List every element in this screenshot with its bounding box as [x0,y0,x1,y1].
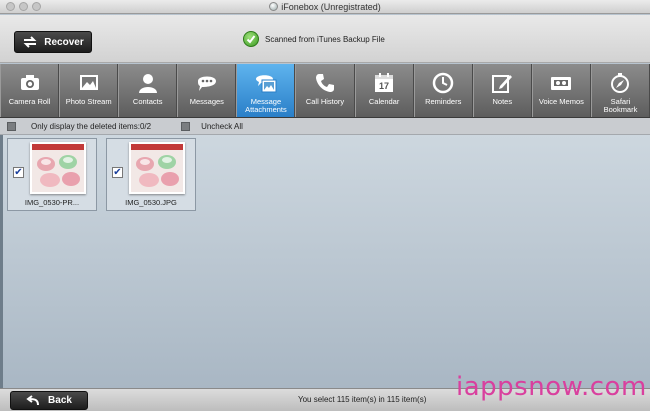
category-tabbar: Camera Roll Photo Stream Contacts Messag… [0,64,650,118]
attachment-item[interactable]: ✔ IMG_0530-PR... [7,138,97,211]
success-check-icon [243,31,259,47]
tab-label: Messages [189,97,224,106]
scan-status-text: Scanned from iTunes Backup File [265,34,385,44]
compass-icon [611,73,630,93]
uncheck-all-toggle[interactable]: Uncheck All [181,121,243,131]
tab-safari-bookmark[interactable]: Safari Bookmark [590,64,650,117]
window-title: iFonebox (Unregistrated) [281,1,381,12]
calendar-icon: 17 [375,73,394,92]
tab-label: Safari Bookmark [603,97,638,114]
filter-bar: Only display the deleted items:0/2 Unche… [0,118,650,135]
scan-status: Scanned from iTunes Backup File [243,31,385,47]
attachment-item[interactable]: ✔ IMG_0530.JPG [106,138,196,211]
item-checkbox[interactable]: ✔ [112,167,123,178]
tab-message-attachments[interactable]: Message Attachments [236,64,296,117]
tab-label: Reminders [425,97,462,106]
calendar-day-number: 17 [379,81,389,91]
attachment-icon [255,75,277,93]
close-window-button[interactable] [6,2,15,11]
zoom-window-button[interactable] [32,2,41,11]
camera-icon [20,75,39,90]
tab-label: Notes [492,97,513,106]
tab-call-history[interactable]: Call History [295,64,355,117]
tab-label: Message Attachments [245,97,287,114]
attachment-thumbnail[interactable] [30,142,86,194]
window-title-group: iFonebox (Unregistrated) [269,2,381,12]
watermark-text: iappsnow.com [456,372,647,402]
window-titlebar: iFonebox (Unregistrated) [0,0,650,14]
attachment-thumbnail[interactable] [129,142,185,194]
tape-icon [551,77,572,90]
tab-label: Contacts [132,97,163,106]
window-controls [6,2,41,11]
deleted-only-toggle[interactable]: Only display the deleted items:0/2 [7,121,152,131]
tab-notes[interactable]: Notes [472,64,532,117]
tab-label: Calendar [368,97,400,106]
tab-calendar[interactable]: 17 Calendar [354,64,414,117]
back-button-label: Back [48,395,72,406]
tab-contacts[interactable]: Contacts [118,64,178,117]
tab-label: Call History [305,97,345,106]
tab-label: Voice Memos [538,97,584,106]
item-checkbox[interactable]: ✔ [13,167,24,178]
tab-reminders[interactable]: Reminders [413,64,473,117]
minimize-window-button[interactable] [19,2,28,11]
recover-button-label: Recover [44,36,84,48]
tab-label: Photo Stream [65,97,112,106]
photo-icon [79,75,98,90]
uncheck-all-label: Uncheck All [201,121,243,131]
note-icon [492,75,513,93]
attachments-grid: ✔ IMG_0530-PR... ✔ IMG_0530.JPG [0,135,650,388]
tab-messages[interactable]: Messages [177,64,237,117]
uncheck-all-checkbox[interactable] [181,121,191,131]
tab-label: Camera Roll [8,97,51,106]
recover-button[interactable]: Recover [14,31,92,53]
back-arrow-icon [26,394,40,405]
tab-camera-roll[interactable]: Camera Roll [0,64,60,117]
clock-icon [432,72,454,94]
attachment-name: IMG_0530.JPG [125,198,177,207]
message-icon [197,76,216,91]
tab-photo-stream[interactable]: Photo Stream [59,64,119,117]
back-button[interactable]: Back [10,391,88,410]
recover-arrows-icon [23,36,37,48]
app-icon [269,2,279,11]
tab-voice-memos[interactable]: Voice Memos [531,64,591,117]
contact-icon [138,74,157,93]
deleted-only-checkbox[interactable] [7,121,16,131]
attachment-name: IMG_0530-PR... [24,198,80,207]
phone-icon [316,74,335,92]
deleted-only-label: Only display the deleted items:0/2 [31,121,152,131]
selection-status: You select 115 item(s) in 115 item(s) [298,395,427,404]
top-toolbar: Recover Scanned from iTunes Backup File [0,15,650,63]
